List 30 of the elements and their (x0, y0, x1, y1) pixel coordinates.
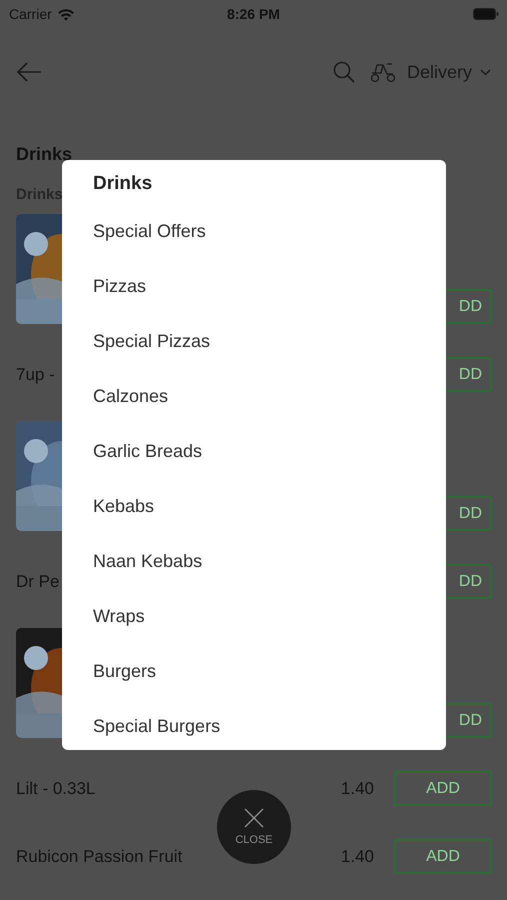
menu-item[interactable]: Wraps (62, 578, 446, 633)
category-title: Drinks (15, 143, 74, 166)
close-icon (244, 808, 264, 828)
item-name: Lilt - 0.33L (16, 778, 96, 798)
battery-icon (473, 8, 499, 20)
clock-time: 8:26 PM (226, 6, 281, 22)
menu-item[interactable]: Garlic Breads (62, 413, 446, 468)
search-icon[interactable] (332, 61, 355, 83)
menu-item[interactable]: Special Pizzas (62, 303, 446, 358)
back-arrow-icon[interactable] (16, 62, 42, 82)
menu-item[interactable]: Calzones (62, 358, 446, 413)
item-name: Dr Pe (16, 572, 60, 592)
close-button[interactable]: CLOSE (217, 790, 291, 864)
wifi-icon (56, 8, 75, 20)
menu-item[interactable]: Special Offers (62, 193, 446, 248)
menu-item[interactable]: Special Burgers (62, 688, 446, 743)
item-name: 7up - (16, 364, 55, 384)
menu-title: Drinks (92, 172, 154, 196)
carrier-label: Carrier (9, 6, 52, 22)
menu-item[interactable]: Burgers (62, 633, 446, 688)
menu-item[interactable]: Naan Kebabs (62, 523, 446, 578)
item-price: 1.40 (340, 778, 374, 798)
add-button[interactable]: ADD (394, 771, 492, 806)
add-button[interactable]: ADD (394, 839, 492, 874)
menu-item[interactable]: Kebabs (62, 468, 446, 523)
item-name: Rubicon Passion Fruit (16, 846, 182, 866)
chevron-down-icon (480, 68, 491, 76)
menu-item[interactable]: Pizzas (62, 248, 446, 303)
item-price: 1.40 (340, 846, 374, 866)
scooter-icon (368, 61, 397, 83)
